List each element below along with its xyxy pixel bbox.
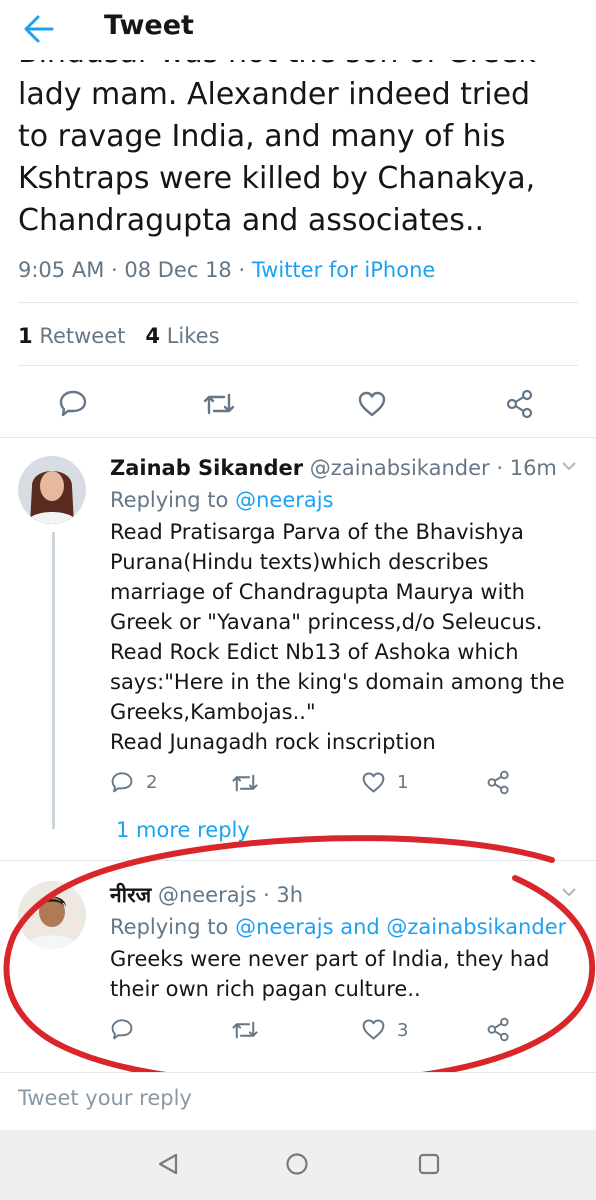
page-title: Tweet [104, 10, 194, 41]
back-button[interactable] [22, 12, 62, 48]
red-circle-annotation [3, 835, 596, 1087]
nav-back-button[interactable] [156, 1152, 180, 1176]
square-recents-icon [418, 1153, 440, 1175]
circle-home-icon [286, 1153, 308, 1175]
nav-home-button[interactable] [285, 1152, 309, 1176]
top-bar: Tweet [0, 0, 596, 60]
nav-recents-button[interactable] [417, 1152, 441, 1176]
arrow-left-icon [24, 15, 54, 43]
system-nav-bar [0, 1130, 596, 1200]
reply-input[interactable]: Tweet your reply [18, 1083, 192, 1113]
triangle-back-icon [158, 1153, 178, 1175]
